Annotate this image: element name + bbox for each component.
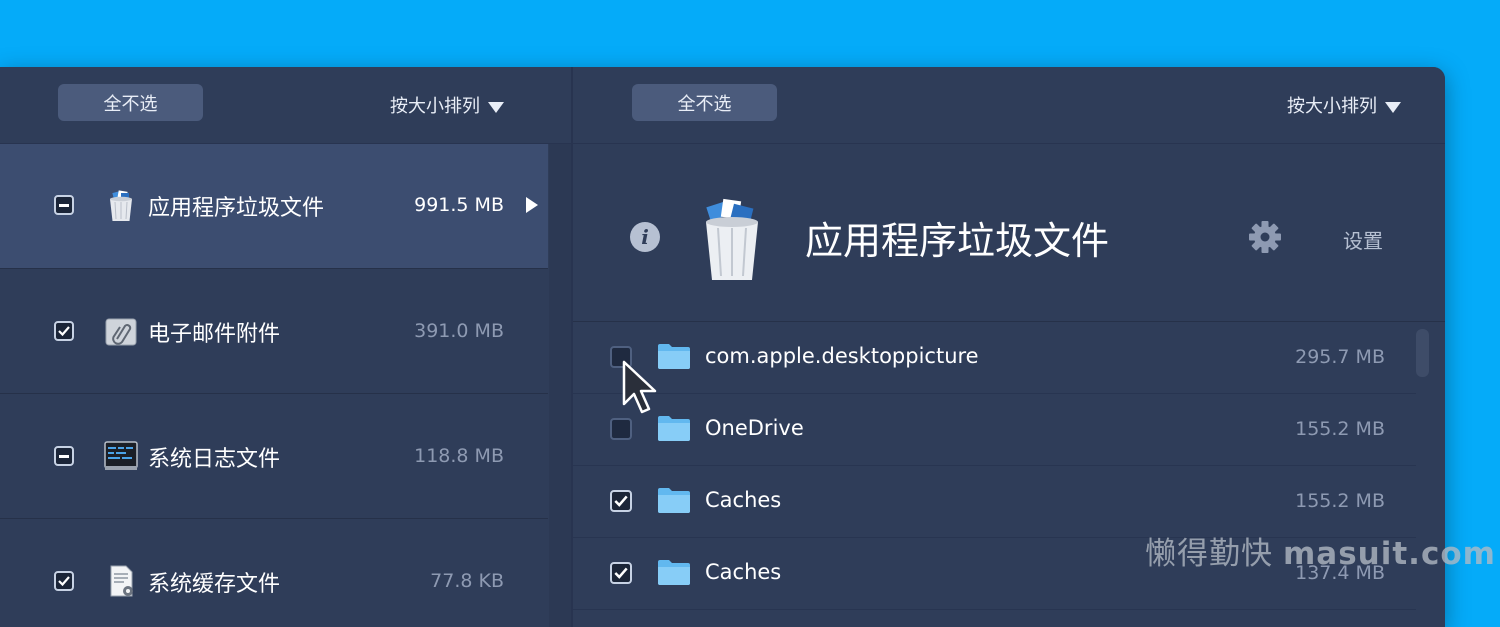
file-name: Caches — [705, 488, 782, 512]
category-size: 991.5 MB — [414, 194, 504, 216]
folder-icon — [658, 344, 690, 369]
left-deselect-all-button[interactable]: 全不选 — [58, 84, 203, 121]
category-size: 77.8 KB — [430, 570, 504, 592]
left-scrollbar-track[interactable] — [549, 144, 571, 627]
file-row[interactable]: com.apple.desktoppicture 295.7 MB — [573, 322, 1416, 394]
console-log-icon — [104, 441, 138, 470]
file-size: 155.2 MB — [1295, 418, 1385, 440]
file-name: OneDrive — [705, 416, 804, 440]
checkmark-icon — [614, 495, 628, 507]
right-deselect-all-button[interactable]: 全不选 — [632, 84, 777, 121]
info-icon[interactable]: i — [630, 222, 660, 252]
caret-down-icon — [488, 101, 504, 113]
category-row-app-junk[interactable]: 应用程序垃圾文件 991.5 MB — [0, 144, 548, 269]
caret-down-icon — [1385, 101, 1401, 113]
category-checkbox[interactable] — [54, 195, 74, 215]
gear-icon[interactable] — [1248, 220, 1282, 254]
category-row-system-logs[interactable]: 系统日志文件 118.8 MB — [0, 394, 548, 519]
category-label: 应用程序垃圾文件 — [148, 196, 325, 221]
paperclip-icon — [105, 318, 137, 346]
category-size: 118.8 MB — [414, 445, 504, 467]
watermark: 懒得勤快 masuit.com — [1145, 528, 1496, 573]
right-sort-label: 按大小排列 — [1287, 96, 1377, 117]
file-checkbox[interactable] — [610, 490, 632, 512]
settings-button[interactable]: 设置 — [1343, 225, 1383, 254]
category-checkbox[interactable] — [54, 321, 74, 341]
detail-header: i 应用程序垃圾文件 设置 — [573, 144, 1445, 322]
trash-bin-icon — [706, 198, 758, 280]
file-checkbox[interactable] — [610, 418, 632, 440]
detail-title: 应用程序垃圾文件 — [805, 219, 1110, 263]
file-name: Caches — [705, 560, 782, 584]
category-row-email-attachments[interactable]: 电子邮件附件 391.0 MB — [0, 269, 548, 394]
file-name: com.apple.desktoppicture — [705, 344, 979, 368]
file-size: 155.2 MB — [1295, 490, 1385, 512]
category-list: 应用程序垃圾文件 991.5 MB 电子邮件附件 391.0 MB 系统日志文件… — [0, 144, 548, 627]
category-checkbox[interactable] — [54, 571, 74, 591]
category-pane: 全不选 按大小排列 应用程序垃圾文件 991.5 MB 电子邮件附件 391.0… — [0, 67, 571, 627]
left-toolbar: 全不选 按大小排列 — [0, 67, 571, 144]
file-row[interactable]: OneDrive 155.2 MB — [573, 394, 1416, 466]
category-label: 电子邮件附件 — [148, 322, 281, 347]
checkmark-icon — [58, 576, 70, 587]
disclosure-arrow-icon — [526, 197, 538, 213]
right-scrollbar-thumb[interactable] — [1416, 329, 1429, 377]
file-checkbox[interactable] — [610, 346, 632, 368]
category-checkbox[interactable] — [54, 446, 74, 466]
category-size: 391.0 MB — [414, 320, 504, 342]
right-sort-dropdown[interactable]: 按大小排列 — [1287, 92, 1401, 118]
left-sort-dropdown[interactable]: 按大小排列 — [390, 92, 504, 118]
file-size: 295.7 MB — [1295, 346, 1385, 368]
watermark-en: masuit.com — [1283, 536, 1496, 572]
checkmark-icon — [614, 567, 628, 579]
document-gear-icon — [110, 565, 133, 597]
folder-icon — [658, 560, 690, 585]
watermark-cn: 懒得勤快 — [1145, 536, 1273, 572]
folder-icon — [658, 488, 690, 513]
file-checkbox[interactable] — [610, 562, 632, 584]
category-label: 系统日志文件 — [148, 447, 281, 472]
folder-icon — [658, 416, 690, 441]
category-label: 系统缓存文件 — [148, 572, 281, 597]
right-toolbar: 全不选 按大小排列 — [573, 67, 1445, 144]
trash-bin-icon — [110, 190, 132, 221]
checkmark-icon — [58, 326, 70, 337]
left-sort-label: 按大小排列 — [390, 96, 480, 117]
category-row-system-caches[interactable]: 系统缓存文件 77.8 KB — [0, 519, 548, 627]
